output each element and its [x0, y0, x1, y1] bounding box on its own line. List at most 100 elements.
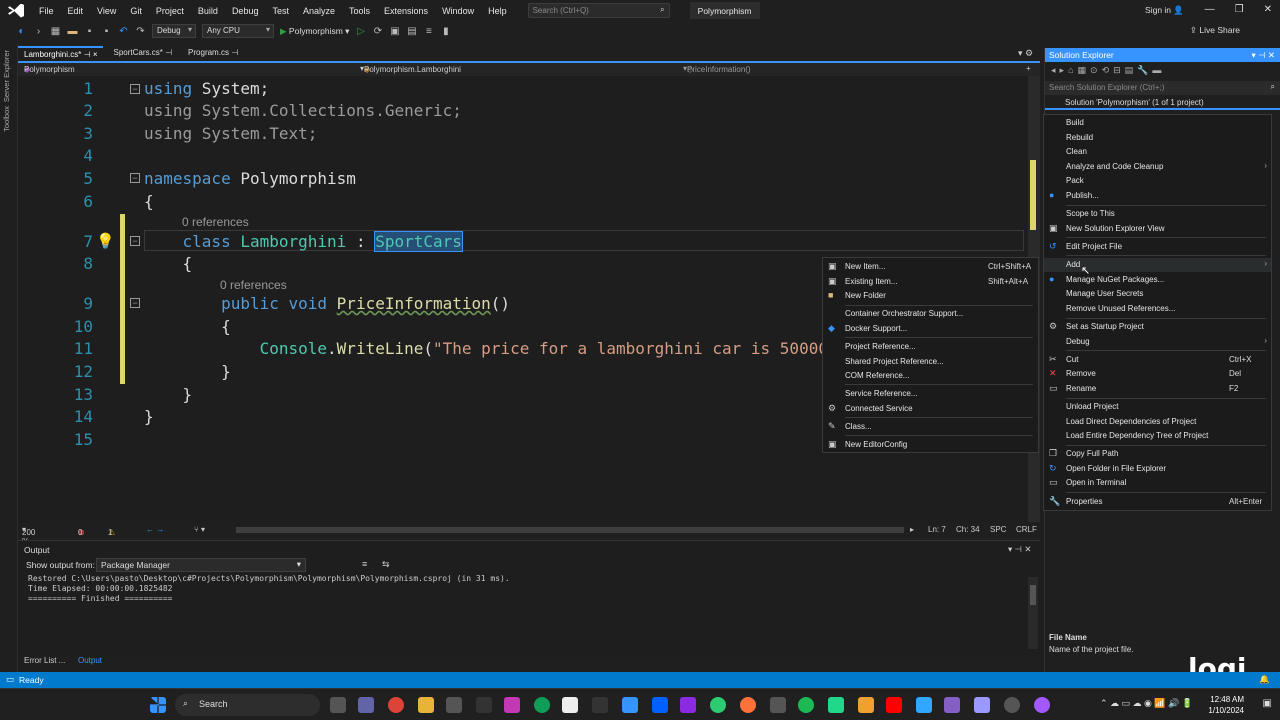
redo-icon[interactable]: ↷ [135, 26, 146, 37]
menu-file[interactable]: File [32, 6, 61, 16]
menu-item-scope[interactable]: Scope to This [1044, 207, 1271, 221]
nav-back-forward-icon[interactable]: ← → [146, 525, 164, 534]
submenu-item-shared-reference[interactable]: Shared Project Reference... [823, 355, 1038, 369]
properties-icon[interactable]: 🔧 [1137, 65, 1152, 75]
lightbulb-icon[interactable]: 💡 [96, 232, 115, 250]
app-icon[interactable] [680, 697, 696, 713]
menu-item-terminal[interactable]: ▭ Open in Terminal [1044, 476, 1271, 490]
collapse-all-icon[interactable]: ⊟ [1113, 65, 1125, 75]
output-source-select[interactable]: Package Manager ▾ [96, 558, 306, 572]
toolbox-tab[interactable]: Toolbox [2, 106, 11, 132]
menu-tools[interactable]: Tools [342, 6, 377, 16]
home-icon[interactable]: ⌂ [1068, 65, 1077, 75]
configuration-select[interactable]: Debug [152, 24, 196, 38]
menu-item-build[interactable]: Build [1044, 116, 1271, 130]
codelens-references[interactable]: 0 references [220, 278, 287, 292]
menu-item-user-secrets[interactable]: Manage User Secrets [1044, 287, 1271, 301]
submenu-item-com-reference[interactable]: COM Reference... [823, 369, 1038, 383]
menu-build[interactable]: Build [191, 6, 225, 16]
app-icon[interactable] [476, 697, 492, 713]
menu-item-startup[interactable]: ⚙ Set as Startup Project [1044, 320, 1271, 334]
zoom-level[interactable]: 200 % ▾ [22, 525, 35, 546]
word-wrap-icon[interactable]: ⇆ [382, 559, 390, 570]
photos-icon[interactable] [622, 697, 638, 713]
collapse-icon[interactable]: − [130, 173, 140, 183]
spotify-icon[interactable] [798, 697, 814, 713]
menu-item-analyze[interactable]: Analyze and Code Cleanup › [1044, 160, 1271, 174]
bookmark-icon[interactable]: ▮ [440, 26, 451, 37]
undo-icon[interactable]: ↶ [118, 26, 129, 37]
menu-extensions[interactable]: Extensions [377, 6, 435, 16]
tab-lamborghini[interactable]: Lamborghini.cs* ⊣ × [18, 46, 104, 61]
menu-item-copy-path[interactable]: ❐ Copy Full Path [1044, 447, 1271, 461]
taskbar-search[interactable]: ⌕ Search [175, 694, 320, 716]
output-scrollbar[interactable] [1028, 577, 1038, 649]
app-icon[interactable] [1004, 697, 1020, 713]
collapse-icon[interactable]: − [130, 236, 140, 246]
menu-item-properties[interactable]: 🔧 Properties Alt+Enter [1044, 495, 1271, 509]
submenu-item-docker[interactable]: ◆ Docker Support... [823, 322, 1038, 336]
sign-in-link[interactable]: Sign in 👤 [1145, 5, 1184, 16]
taskbar-clock[interactable]: 12:48 AM 1/10/2024 [1208, 694, 1244, 716]
menu-item-load-entire[interactable]: Load Entire Dependency Tree of Project [1044, 429, 1271, 443]
whitespace-indicator[interactable]: SPC [990, 525, 1006, 534]
solution-search-input[interactable]: Search Solution Explorer (Ctrl+;) ⌕ [1045, 81, 1280, 95]
collapse-icon[interactable]: − [130, 84, 140, 94]
submenu-item-connected-service[interactable]: ⚙ Connected Service [823, 402, 1038, 416]
menu-item-debug[interactable]: Debug › [1044, 335, 1271, 349]
back-icon[interactable]: ◐ [16, 26, 27, 37]
menu-item-unload[interactable]: Unload Project [1044, 400, 1271, 414]
collapse-icon[interactable]: − [130, 298, 140, 308]
performance-icon[interactable]: ▣ [389, 26, 400, 37]
forward-icon[interactable]: › [33, 26, 44, 37]
clear-all-icon[interactable]: ≡ [362, 559, 367, 569]
menu-item-remove[interactable]: ✕ Remove Del [1044, 367, 1271, 381]
dropbox-icon[interactable] [652, 697, 668, 713]
app-icon[interactable] [710, 697, 726, 713]
sync-icon[interactable]: ⟲ [1102, 65, 1114, 75]
windows-start-icon[interactable] [150, 697, 166, 713]
run-without-debug-icon[interactable]: ▷ [355, 26, 366, 37]
panel-controls-icon[interactable]: ▾ ⊣ ✕ [1251, 50, 1275, 61]
notification-center-icon[interactable]: ▣ [1263, 698, 1272, 709]
tab-sportcars[interactable]: SportCars.cs* ⊣ [107, 46, 178, 61]
menu-item-new-view[interactable]: ▣ New Solution Explorer View [1044, 222, 1271, 236]
switch-views-icon[interactable]: ▦ [1078, 65, 1091, 75]
file-explorer-icon[interactable] [418, 697, 434, 713]
tab-output[interactable]: Output [78, 656, 102, 665]
close-tab-icon[interactable]: × [93, 50, 98, 59]
pycharm-icon[interactable] [828, 697, 844, 713]
menu-item-rename[interactable]: ▭ Rename F2 [1044, 382, 1271, 396]
task-view-icon[interactable] [330, 697, 346, 713]
menu-item-load-direct[interactable]: Load Direct Dependencies of Project [1044, 415, 1271, 429]
submenu-item-container[interactable]: Container Orchestrator Support... [823, 307, 1038, 321]
app-icon[interactable] [770, 697, 786, 713]
firefox-icon[interactable] [740, 697, 756, 713]
menu-test[interactable]: Test [265, 6, 296, 16]
git-branch-icon[interactable]: ⑂ ▾ [194, 525, 205, 534]
solution-node[interactable]: Solution 'Polymorphism' (1 of 1 project) [1045, 96, 1280, 110]
preview-icon[interactable]: ▬ [1152, 65, 1165, 75]
amazon-icon[interactable] [562, 697, 578, 713]
menu-git[interactable]: Git [123, 6, 149, 16]
type-dropdown[interactable]: ▾ ◈ Polymorphism.Lamborghini [360, 64, 461, 74]
tab-error-list[interactable]: Error List ... [24, 656, 65, 665]
menu-debug[interactable]: Debug [225, 6, 266, 16]
menu-item-rebuild[interactable]: Rebuild [1044, 131, 1271, 145]
menu-item-pack[interactable]: Pack [1044, 174, 1271, 188]
submenu-item-editorconfig[interactable]: ▣ New EditorConfig [823, 438, 1038, 452]
app-icon[interactable] [592, 697, 608, 713]
submenu-item-class[interactable]: ✎ Class... [823, 420, 1038, 434]
premiere-icon[interactable] [974, 697, 990, 713]
menu-item-publish[interactable]: ● Publish... [1044, 189, 1271, 203]
search-box[interactable]: Search (Ctrl+Q) ⌕ [527, 3, 670, 18]
chrome-icon[interactable] [388, 697, 404, 713]
scroll-right-icon[interactable]: ▸ [910, 525, 914, 534]
photoshop-icon[interactable] [916, 697, 932, 713]
forward-icon[interactable]: ▸ [1060, 65, 1069, 75]
menu-item-add[interactable]: Add › [1044, 258, 1271, 272]
minimize-icon[interactable]: — [1205, 4, 1215, 15]
menu-help[interactable]: Help [481, 6, 514, 16]
show-all-files-icon[interactable]: ▤ [1125, 65, 1138, 75]
app-icon[interactable] [504, 697, 520, 713]
